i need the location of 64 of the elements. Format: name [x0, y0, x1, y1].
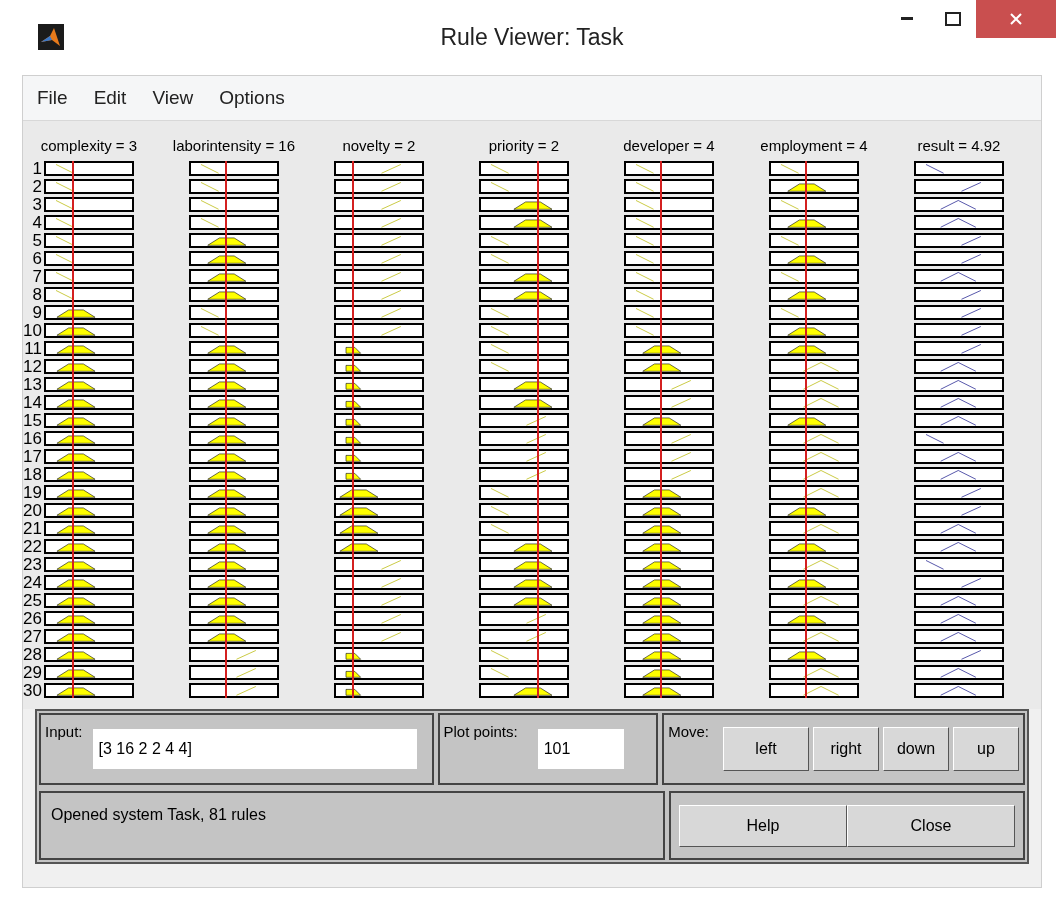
variable-label: result = 4.92	[917, 135, 1001, 156]
move-button[interactable]: left	[723, 727, 809, 771]
input-marker-line[interactable]	[224, 161, 227, 698]
rule-number[interactable]: 10	[23, 323, 42, 338]
variable-label: employment = 4	[760, 135, 868, 156]
rule-number[interactable]: 23	[23, 557, 42, 572]
minimize-icon	[901, 17, 913, 21]
rule-number[interactable]: 30	[23, 683, 42, 698]
rule-number[interactable]: 6	[32, 251, 42, 266]
input-marker-line[interactable]	[804, 161, 807, 698]
variable-label: priority = 2	[488, 135, 560, 156]
rule-number[interactable]: 26	[23, 611, 42, 626]
rule-number[interactable]: 8	[32, 287, 42, 302]
menu-item[interactable]: Options	[219, 83, 285, 113]
rule-number[interactable]: 9	[32, 305, 42, 320]
rule-number[interactable]: 25	[23, 593, 42, 608]
move-button[interactable]: up	[953, 727, 1019, 771]
dialog-button[interactable]: Help	[679, 804, 847, 847]
move-button[interactable]: right	[813, 727, 879, 771]
rule-number[interactable]: 4	[32, 215, 42, 230]
rule-number[interactable]: 27	[23, 629, 42, 644]
plot-points-field[interactable]: 101	[537, 729, 624, 769]
plot-points-label: Plot points:	[443, 722, 518, 742]
rule-number[interactable]: 29	[23, 665, 42, 680]
rule-number[interactable]: 28	[23, 647, 42, 662]
variable-label: novelty = 2	[342, 135, 416, 156]
rule-number[interactable]: 7	[32, 269, 42, 284]
input-marker-line[interactable]	[351, 161, 354, 698]
move-label: Move:	[668, 722, 709, 742]
rule-number[interactable]: 24	[23, 575, 42, 590]
rule-number[interactable]: 2	[32, 179, 42, 194]
variable-label: laborintensity = 16	[172, 135, 295, 156]
menu-item[interactable]: Edit	[93, 83, 127, 113]
variable-label: developer = 4	[623, 135, 715, 156]
input-marker-line[interactable]	[537, 161, 540, 698]
rule-number[interactable]: 5	[32, 233, 42, 248]
rule-number[interactable]: 1	[32, 161, 42, 176]
dialog-button[interactable]: Close	[847, 804, 1015, 847]
menu-item[interactable]: View	[152, 83, 194, 113]
rule-number[interactable]: 20	[23, 503, 42, 518]
rule-number[interactable]: 17	[23, 449, 42, 464]
rule-number[interactable]: 13	[23, 377, 42, 392]
rule-number[interactable]: 19	[23, 485, 42, 500]
rule-number[interactable]: 11	[24, 341, 42, 356]
input-marker-line[interactable]	[659, 161, 662, 698]
close-icon	[1010, 13, 1022, 25]
variable-label: complexity = 3	[40, 135, 138, 156]
window-title: Rule Viewer: Task	[440, 23, 624, 53]
rule-number[interactable]: 15	[23, 413, 42, 428]
rule-number[interactable]: 16	[23, 431, 42, 446]
rule-number[interactable]: 12	[23, 359, 42, 374]
rule-number[interactable]: 14	[23, 395, 42, 410]
maximize-icon	[945, 12, 961, 26]
rule-number[interactable]: 21	[23, 521, 42, 536]
app-logo-icon	[38, 24, 64, 50]
status-text: Opened system Task, 81 rules	[51, 806, 266, 823]
input-marker-line[interactable]	[71, 161, 74, 698]
rule-number[interactable]: 3	[32, 197, 42, 212]
move-button[interactable]: down	[883, 727, 949, 771]
rule-number[interactable]: 22	[23, 539, 42, 554]
menu-item[interactable]: File	[37, 83, 68, 113]
input-label: Input:	[45, 722, 83, 742]
rule-number[interactable]: 18	[23, 467, 42, 482]
input-field[interactable]: [3 16 2 2 4 4]	[92, 729, 417, 769]
